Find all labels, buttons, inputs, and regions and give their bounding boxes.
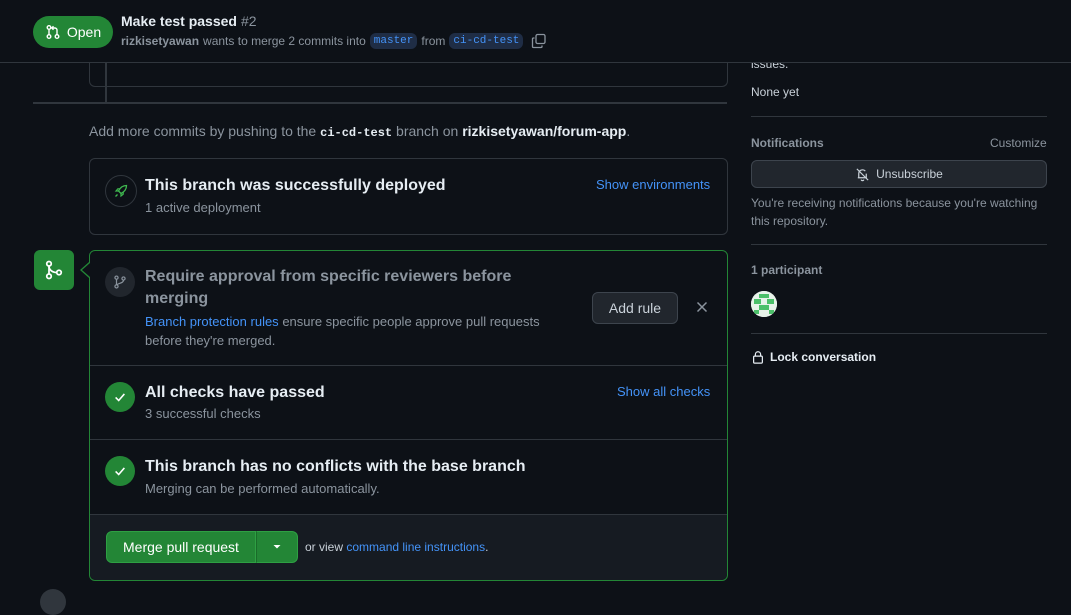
checks-title: All checks have passed — [145, 384, 325, 401]
bottom-avatar — [40, 589, 66, 615]
participant-avatar[interactable] — [751, 291, 777, 317]
merge-action-section: Merge pull request or view command line … — [90, 515, 727, 580]
deployment-subtitle: 1 active deployment — [145, 200, 261, 215]
sidebar-divider — [751, 244, 1047, 245]
pr-author-link[interactable]: rizkisetyawan — [121, 34, 199, 48]
pr-from-text: from — [421, 34, 446, 48]
conflicts-title: This branch has no conflicts with the ba… — [145, 458, 526, 475]
merge-pull-request-button[interactable]: Merge pull request — [106, 531, 256, 563]
pr-meta: rizkisetyawan wants to merge 2 commits i… — [121, 33, 547, 49]
approval-title: Require approval from specific reviewers… — [145, 268, 512, 307]
conflicts-section: This branch has no conflicts with the ba… — [90, 440, 727, 515]
notifications-heading: Notifications — [751, 136, 824, 150]
add-commits-branch-on: branch on — [396, 123, 459, 139]
git-merge-icon — [45, 260, 63, 280]
merge-button-group: Merge pull request — [106, 531, 298, 563]
head-branch-tag[interactable]: ci-cd-test — [449, 33, 524, 49]
approval-description: Branch protection rules ensure specific … — [145, 312, 565, 350]
show-environments-link[interactable]: Show environments — [596, 177, 710, 192]
copy-icon[interactable] — [531, 33, 547, 49]
repo-link[interactable]: rizkisetyawan/forum-app — [462, 123, 626, 139]
cli-period: . — [485, 540, 489, 554]
sidebar-divider — [751, 333, 1047, 334]
deployment-box: This branch was successfully deployed 1 … — [89, 158, 728, 235]
pr-number: #2 — [240, 13, 257, 29]
add-rule-button[interactable]: Add rule — [592, 292, 678, 324]
add-commits-period: . — [626, 123, 631, 139]
participants-heading: 1 participant — [751, 263, 823, 277]
unsubscribe-label: Unsubscribe — [876, 167, 943, 181]
sidebar-divider — [751, 116, 1047, 117]
merge-status-badge — [34, 250, 74, 290]
add-commits-branch: ci-cd-test — [320, 126, 393, 140]
add-commits-prefix: Add more commits by pushing to the — [89, 123, 317, 139]
unsubscribe-button[interactable]: Unsubscribe — [751, 160, 1047, 188]
conflicts-subtitle: Merging can be performed automatically. — [145, 481, 380, 496]
deployment-title: This branch was successfully deployed — [145, 177, 446, 194]
rocket-icon — [105, 175, 137, 207]
add-commits-note: Add more commits by pushing to the ci-cd… — [89, 123, 630, 140]
merge-box: Require approval from specific reviewers… — [89, 250, 728, 581]
pr-title-text: Make test passed — [121, 13, 237, 29]
milestone-none-yet: None yet — [751, 85, 800, 99]
timeline-line — [105, 62, 107, 102]
branch-icon — [105, 267, 135, 297]
timeline-divider — [33, 102, 727, 104]
lock-conversation-label: Lock conversation — [770, 350, 877, 364]
command-line-note: or view command line instructions. — [305, 540, 488, 554]
pr-state-badge: Open — [33, 16, 113, 48]
checks-subtitle: 3 successful checks — [145, 406, 261, 421]
check-icon — [105, 456, 135, 486]
pr-title: Make test passed #2 — [121, 13, 257, 29]
checks-section: All checks have passed 3 successful chec… — [90, 366, 727, 440]
lock-icon — [753, 351, 763, 364]
close-icon[interactable] — [694, 299, 710, 315]
approval-section: Require approval from specific reviewers… — [90, 251, 727, 366]
sticky-header: Open Make test passed #2 rizkisetyawan wa… — [0, 0, 1071, 63]
branch-protection-link[interactable]: Branch protection rules — [145, 314, 279, 329]
check-icon — [105, 382, 135, 412]
pull-request-icon — [46, 25, 60, 39]
command-line-instructions-link[interactable]: command line instructions — [346, 540, 485, 554]
base-branch-tag[interactable]: master — [369, 33, 418, 49]
bell-slash-icon — [856, 167, 869, 181]
pr-merge-text: wants to merge 2 commits into — [203, 34, 366, 48]
or-view-text: or view — [305, 540, 344, 554]
merge-method-dropdown[interactable] — [255, 531, 298, 563]
pr-state-label: Open — [66, 24, 102, 40]
lock-conversation-button[interactable]: Lock conversation — [751, 350, 876, 364]
merge-box-arrow-inner — [82, 263, 90, 277]
customize-link[interactable]: Customize — [990, 136, 1047, 150]
notification-description: You're receiving notifications because y… — [751, 196, 1038, 228]
show-all-checks-link[interactable]: Show all checks — [617, 384, 710, 399]
caret-down-icon — [273, 545, 281, 549]
